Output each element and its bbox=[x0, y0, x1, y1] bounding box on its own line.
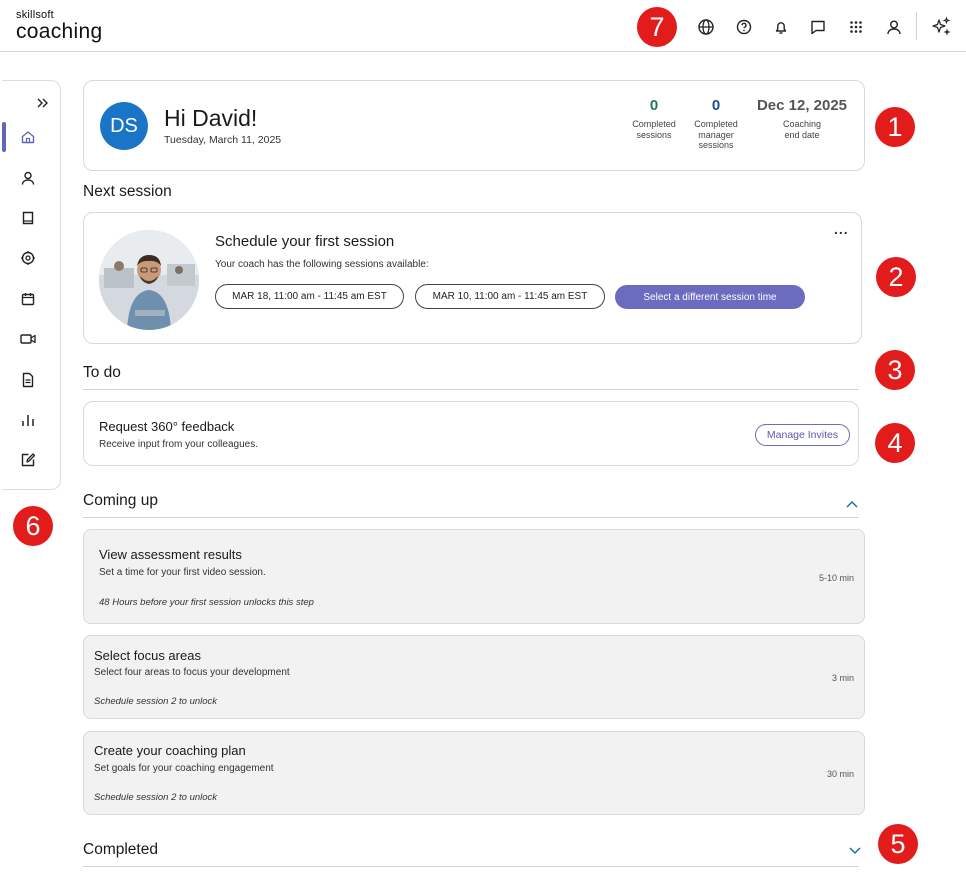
stat-label: Completed manager sessions bbox=[684, 119, 748, 151]
item-note: 48 Hours before your first session unloc… bbox=[99, 597, 314, 608]
item-title: Select focus areas bbox=[94, 648, 201, 663]
callout-1: 1 bbox=[875, 107, 915, 147]
sparkle-icon[interactable] bbox=[929, 16, 953, 38]
coach-photo bbox=[99, 230, 199, 330]
item-title: View assessment results bbox=[99, 547, 242, 562]
stat-label-line: end date bbox=[784, 129, 820, 140]
stat-completed-manager-sessions: 0 Completed manager sessions bbox=[684, 97, 748, 151]
focus-icon[interactable] bbox=[14, 244, 42, 272]
greeting-card: DS Hi David! Tuesday, March 11, 2025 0 C… bbox=[83, 80, 865, 171]
coming-up-divider bbox=[83, 517, 859, 518]
stat-label: Completed sessions bbox=[622, 119, 686, 140]
item-duration: 5-10 min bbox=[818, 573, 854, 583]
coming-up-item[interactable]: View assessment results Set a time for y… bbox=[83, 529, 865, 624]
expand-sidebar-icon[interactable] bbox=[35, 95, 51, 111]
item-subtitle: Select four areas to focus your developm… bbox=[94, 667, 290, 678]
callout-4: 4 bbox=[875, 423, 915, 463]
chat-icon[interactable] bbox=[807, 16, 829, 38]
callout-6: 6 bbox=[13, 506, 53, 546]
next-session-card: Schedule your first session Your coach h… bbox=[83, 212, 862, 344]
book-icon[interactable] bbox=[14, 204, 42, 232]
chevron-down-icon[interactable] bbox=[848, 843, 862, 855]
callout-3: 3 bbox=[875, 350, 915, 390]
coming-up-item[interactable]: Create your coaching plan Set goals for … bbox=[83, 731, 865, 815]
item-note: Schedule session 2 to unlock bbox=[94, 792, 218, 803]
apps-grid-icon[interactable] bbox=[845, 16, 867, 38]
logo-coaching-text: coaching bbox=[16, 20, 103, 43]
stat-label-line: sessions bbox=[698, 140, 734, 150]
globe-icon[interactable] bbox=[695, 16, 717, 38]
video-icon[interactable] bbox=[14, 325, 42, 353]
chart-icon[interactable] bbox=[14, 406, 42, 434]
item-duration: 3 min bbox=[831, 673, 854, 683]
help-icon[interactable] bbox=[733, 16, 755, 38]
session-title: Schedule your first session bbox=[215, 233, 395, 250]
skillsoft-coaching-logo[interactable]: skillsoft coaching bbox=[16, 10, 102, 43]
stat-label-line: Completed bbox=[632, 119, 676, 129]
document-icon[interactable] bbox=[14, 366, 42, 394]
greeting-title: Hi David! bbox=[164, 105, 258, 131]
header-divider bbox=[916, 12, 917, 40]
bell-icon[interactable] bbox=[770, 16, 792, 38]
item-subtitle: Set a time for your first video session. bbox=[99, 567, 266, 578]
user-icon[interactable] bbox=[883, 16, 905, 38]
session-subtitle: Your coach has the following sessions av… bbox=[215, 259, 429, 270]
top-header: skillsoft coaching bbox=[0, 0, 966, 52]
avatar[interactable]: DS bbox=[100, 102, 148, 150]
callout-5: 5 bbox=[878, 824, 918, 864]
todo-card: Request 360° feedback Receive input from… bbox=[83, 401, 859, 466]
stat-label-line: Coaching bbox=[782, 119, 822, 129]
callout-7: 7 bbox=[637, 7, 677, 47]
session-slot-button-2[interactable]: MAR 10, 11:00 am - 11:45 am EST bbox=[415, 284, 605, 309]
todo-title: Request 360° feedback bbox=[99, 419, 235, 434]
stat-label-line: sessions bbox=[636, 129, 672, 140]
stat-label: Coaching end date bbox=[750, 119, 854, 140]
sidebar-active-indicator bbox=[2, 122, 6, 152]
todo-heading: To do bbox=[83, 364, 121, 381]
todo-subtitle: Receive input from your colleagues. bbox=[99, 439, 258, 450]
stat-label-line: Completed bbox=[694, 119, 738, 129]
todo-divider bbox=[83, 389, 859, 390]
stat-completed-sessions: 0 Completed sessions bbox=[622, 97, 686, 140]
more-options-icon[interactable]: ... bbox=[834, 221, 849, 237]
calendar-icon[interactable] bbox=[14, 285, 42, 313]
edit-icon[interactable] bbox=[14, 446, 42, 474]
profile-icon[interactable] bbox=[14, 164, 42, 192]
stat-label-line: manager bbox=[698, 129, 734, 140]
completed-heading: Completed bbox=[83, 841, 158, 858]
coming-up-item[interactable]: Select focus areas Select four areas to … bbox=[83, 635, 865, 719]
completed-divider bbox=[83, 866, 859, 867]
chevron-up-icon[interactable] bbox=[845, 496, 859, 508]
session-slot-button-1[interactable]: MAR 18, 11:00 am - 11:45 am EST bbox=[215, 284, 404, 309]
stat-coaching-end-date: Dec 12, 2025 Coaching end date bbox=[750, 97, 854, 140]
item-duration: 30 min bbox=[826, 769, 854, 779]
callout-2: 2 bbox=[876, 257, 916, 297]
item-note: Schedule session 2 to unlock bbox=[94, 696, 218, 707]
manage-invites-button[interactable]: Manage Invites bbox=[755, 424, 850, 446]
select-different-time-button[interactable]: Select a different session time bbox=[615, 285, 805, 309]
stat-value: 0 bbox=[711, 97, 721, 114]
home-icon[interactable] bbox=[14, 123, 42, 151]
coming-up-heading: Coming up bbox=[83, 492, 158, 509]
item-title: Create your coaching plan bbox=[94, 743, 246, 758]
stat-value: 0 bbox=[649, 97, 659, 114]
stat-value: Dec 12, 2025 bbox=[756, 97, 848, 114]
item-subtitle: Set goals for your coaching engagement bbox=[94, 763, 274, 774]
next-session-heading: Next session bbox=[83, 183, 172, 200]
greeting-date: Tuesday, March 11, 2025 bbox=[164, 134, 282, 146]
